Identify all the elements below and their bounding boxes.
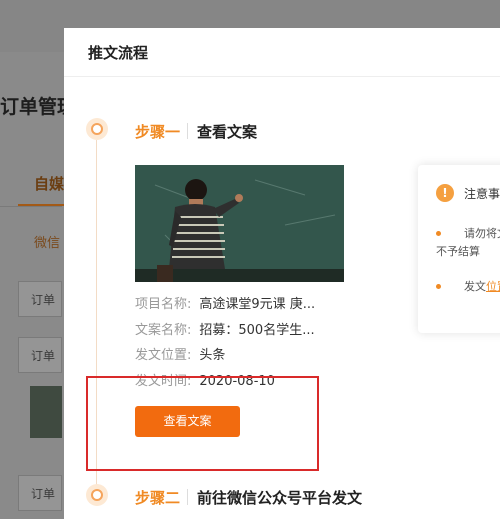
info-value: 高途课堂9元课 庚... — [199, 297, 316, 312]
background-card: 订单 — [18, 475, 62, 511]
background-thumbnail — [30, 386, 62, 438]
notice-title: 注意事 — [464, 187, 500, 201]
annotation-highlight-box — [86, 376, 319, 471]
background-divider — [0, 206, 62, 207]
background-card-label: 订单 — [31, 487, 56, 501]
info-key: 文案名称: — [135, 323, 192, 338]
notice-line-1: 请勿将文 — [464, 227, 500, 240]
step-1-separator — [187, 123, 188, 139]
info-key: 发文位置: — [135, 348, 192, 363]
notice-panel: ! 注意事 请勿将文 不予结算 发文位置 — [418, 165, 500, 333]
warning-icon: ! — [436, 184, 454, 202]
step-1-title: 查看文案 — [197, 123, 258, 141]
step-1-label: 步骤一 — [135, 123, 181, 141]
teacher-at-blackboard-image — [135, 165, 344, 282]
background-card-label: 订单 — [31, 349, 56, 363]
step-2-label: 步骤二 — [135, 489, 181, 507]
step-2-dot — [86, 484, 108, 506]
notice-line-3: 发文位置 — [464, 278, 500, 294]
background-card: 订单 — [18, 281, 62, 317]
info-row-position: 发文位置: 头条 — [135, 344, 225, 363]
info-value: 招募：500名学生... — [199, 323, 315, 338]
background-card: 订单 — [18, 337, 62, 373]
step-1-dot — [86, 118, 108, 140]
step-2-separator — [187, 489, 188, 505]
notice-position-link[interactable]: 位置 — [486, 280, 500, 293]
info-value: 头条 — [199, 348, 226, 363]
copy-cover-image — [135, 165, 344, 282]
info-key: 项目名称: — [135, 297, 192, 312]
modal-title: 推文流程 — [88, 44, 149, 62]
notice-bullet — [436, 231, 441, 236]
notice-bullet — [436, 284, 441, 289]
background-card-label: 订单 — [31, 293, 56, 307]
modal-header: 推文流程 — [64, 28, 500, 77]
step-2-title: 前往微信公众号平台发文 — [197, 489, 363, 507]
background-tab-active: 自媒 — [34, 175, 65, 193]
info-row-copy-name: 文案名称: 招募：500名学生... — [135, 319, 315, 338]
info-row-project: 项目名称: 高途课堂9元课 庚... — [135, 293, 315, 312]
notice-line-3-prefix: 发文 — [464, 280, 486, 293]
notice-line-2: 不予结算 — [436, 245, 480, 258]
background-sub-tab: 微信 — [34, 236, 61, 251]
publish-flow-modal: 推文流程 步骤一 查看文案 项目名称: 高途课堂9元课 庚... 文案名称: 招募：… — [64, 28, 500, 519]
